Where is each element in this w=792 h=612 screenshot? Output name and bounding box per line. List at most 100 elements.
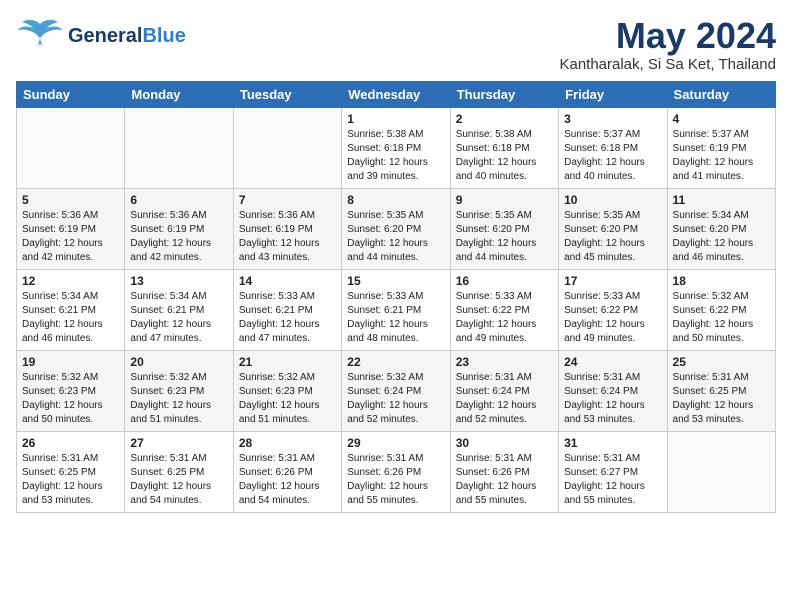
day-number: 9: [456, 193, 553, 207]
page-header: GeneralBlue May 2024 Kantharalak, Si Sa …: [16, 16, 776, 73]
day-number: 29: [347, 436, 444, 450]
day-info: Sunrise: 5:38 AMSunset: 6:18 PMDaylight:…: [456, 128, 553, 184]
col-sunday: Sunday: [17, 81, 125, 107]
day-info: Sunrise: 5:37 AMSunset: 6:18 PMDaylight:…: [564, 128, 661, 184]
calendar-header-row: Sunday Monday Tuesday Wednesday Thursday…: [17, 81, 776, 107]
table-row: 23Sunrise: 5:31 AMSunset: 6:24 PMDayligh…: [450, 350, 558, 431]
day-number: 22: [347, 355, 444, 369]
table-row: 27Sunrise: 5:31 AMSunset: 6:25 PMDayligh…: [125, 431, 233, 512]
table-row: 1 Sunrise: 5:38 AMSunset: 6:18 PMDaylight…: [342, 107, 450, 188]
day-number: 21: [239, 355, 336, 369]
day-number: 13: [130, 274, 227, 288]
day-info: Sunrise: 5:31 AMSunset: 6:24 PMDaylight:…: [564, 371, 661, 427]
day-info: Sunrise: 5:37 AMSunset: 6:19 PMDaylight:…: [673, 128, 770, 184]
table-row: 26 Sunrise: 5:31 AMSunset: 6:25 PMDayligh…: [17, 431, 125, 512]
table-row: 29 Sunrise: 5:31 AMSunset: 6:26 PMDayligh…: [342, 431, 450, 512]
day-number: 25: [673, 355, 770, 369]
day-number: 12: [22, 274, 119, 288]
day-info: Sunrise: 5:35 AMSunset: 6:20 PMDaylight:…: [347, 209, 444, 265]
table-row: 11 Sunrise: 5:34 AMSunset: 6:20 PMDayligh…: [667, 188, 775, 269]
table-row: 17 Sunrise: 5:33 AMSunset: 6:22 PMDayligh…: [559, 269, 667, 350]
table-row: [17, 107, 125, 188]
table-row: 3 Sunrise: 5:37 AMSunset: 6:18 PMDaylight…: [559, 107, 667, 188]
table-row: 25 Sunrise: 5:31 AMSunset: 6:25 PMDayligh…: [667, 350, 775, 431]
day-info: Sunrise: 5:31 AMSunset: 6:25 PMDaylight:…: [22, 452, 119, 508]
day-info: Sunrise: 5:31 AMSunset: 6:26 PMDaylight:…: [239, 452, 336, 508]
col-wednesday: Wednesday: [342, 81, 450, 107]
day-info: Sunrise: 5:31 AMSunset: 6:26 PMDaylight:…: [347, 452, 444, 508]
logo-blue: Blue: [142, 25, 185, 47]
calendar-week-row: 5 Sunrise: 5:36 AMSunset: 6:19 PMDaylight…: [17, 188, 776, 269]
day-info: Sunrise: 5:31 AMSunset: 6:26 PMDaylight:…: [456, 452, 553, 508]
day-number: 1: [347, 112, 444, 126]
day-info: Sunrise: 5:35 AMSunset: 6:20 PMDaylight:…: [564, 209, 661, 265]
calendar-week-row: 12 Sunrise: 5:34 AMSunset: 6:21 PMDayligh…: [17, 269, 776, 350]
logo-text: GeneralBlue: [68, 25, 186, 48]
calendar-week-row: 19Sunrise: 5:32 AMSunset: 6:23 PMDayligh…: [17, 350, 776, 431]
day-info: Sunrise: 5:36 AMSunset: 6:19 PMDaylight:…: [130, 209, 227, 265]
day-number: 4: [673, 112, 770, 126]
table-row: 13 Sunrise: 5:34 AMSunset: 6:21 PMDayligh…: [125, 269, 233, 350]
day-number: 26: [22, 436, 119, 450]
day-info: Sunrise: 5:31 AMSunset: 6:27 PMDaylight:…: [564, 452, 661, 508]
day-info: Sunrise: 5:32 AMSunset: 6:23 PMDaylight:…: [130, 371, 227, 427]
table-row: 15Sunrise: 5:33 AMSunset: 6:21 PMDayligh…: [342, 269, 450, 350]
table-row: 9Sunrise: 5:35 AMSunset: 6:20 PMDaylight…: [450, 188, 558, 269]
day-info: Sunrise: 5:34 AMSunset: 6:20 PMDaylight:…: [673, 209, 770, 265]
day-info: Sunrise: 5:34 AMSunset: 6:21 PMDaylight:…: [22, 290, 119, 346]
day-number: 30: [456, 436, 553, 450]
table-row: 21 Sunrise: 5:32 AMSunset: 6:23 PMDayligh…: [233, 350, 341, 431]
day-info: Sunrise: 5:34 AMSunset: 6:21 PMDaylight:…: [130, 290, 227, 346]
day-info: Sunrise: 5:31 AMSunset: 6:25 PMDaylight:…: [673, 371, 770, 427]
calendar-week-row: 1 Sunrise: 5:38 AMSunset: 6:18 PMDaylight…: [17, 107, 776, 188]
day-info: Sunrise: 5:36 AMSunset: 6:19 PMDaylight:…: [22, 209, 119, 265]
table-row: [125, 107, 233, 188]
table-row: 5 Sunrise: 5:36 AMSunset: 6:19 PMDaylight…: [17, 188, 125, 269]
table-row: 6 Sunrise: 5:36 AMSunset: 6:19 PMDaylight…: [125, 188, 233, 269]
table-row: [667, 431, 775, 512]
day-number: 17: [564, 274, 661, 288]
day-info: Sunrise: 5:32 AMSunset: 6:23 PMDaylight:…: [22, 371, 119, 427]
day-info: Sunrise: 5:36 AMSunset: 6:19 PMDaylight:…: [239, 209, 336, 265]
day-number: 5: [22, 193, 119, 207]
table-row: 12 Sunrise: 5:34 AMSunset: 6:21 PMDayligh…: [17, 269, 125, 350]
day-number: 8: [347, 193, 444, 207]
col-thursday: Thursday: [450, 81, 558, 107]
location: Kantharalak, Si Sa Ket, Thailand: [559, 56, 776, 73]
day-info: Sunrise: 5:32 AMSunset: 6:23 PMDaylight:…: [239, 371, 336, 427]
day-number: 3: [564, 112, 661, 126]
day-number: 24: [564, 355, 661, 369]
day-info: Sunrise: 5:32 AMSunset: 6:24 PMDaylight:…: [347, 371, 444, 427]
col-friday: Friday: [559, 81, 667, 107]
logo-general: General: [68, 25, 142, 47]
title-section: May 2024 Kantharalak, Si Sa Ket, Thailan…: [559, 16, 776, 73]
table-row: 7Sunrise: 5:36 AMSunset: 6:19 PMDaylight…: [233, 188, 341, 269]
table-row: 8 Sunrise: 5:35 AMSunset: 6:20 PMDaylight…: [342, 188, 450, 269]
calendar-table: Sunday Monday Tuesday Wednesday Thursday…: [16, 81, 776, 513]
month-title: May 2024: [559, 16, 776, 56]
day-info: Sunrise: 5:33 AMSunset: 6:21 PMDaylight:…: [347, 290, 444, 346]
day-number: 16: [456, 274, 553, 288]
table-row: 2 Sunrise: 5:38 AMSunset: 6:18 PMDaylight…: [450, 107, 558, 188]
day-number: 2: [456, 112, 553, 126]
col-tuesday: Tuesday: [233, 81, 341, 107]
table-row: 22 Sunrise: 5:32 AMSunset: 6:24 PMDayligh…: [342, 350, 450, 431]
day-number: 11: [673, 193, 770, 207]
day-info: Sunrise: 5:33 AMSunset: 6:22 PMDaylight:…: [456, 290, 553, 346]
logo-icon: [16, 16, 64, 56]
col-monday: Monday: [125, 81, 233, 107]
day-info: Sunrise: 5:38 AMSunset: 6:18 PMDaylight:…: [347, 128, 444, 184]
table-row: 10 Sunrise: 5:35 AMSunset: 6:20 PMDayligh…: [559, 188, 667, 269]
day-info: Sunrise: 5:32 AMSunset: 6:22 PMDaylight:…: [673, 290, 770, 346]
table-row: 14Sunrise: 5:33 AMSunset: 6:21 PMDayligh…: [233, 269, 341, 350]
day-number: 10: [564, 193, 661, 207]
day-info: Sunrise: 5:31 AMSunset: 6:24 PMDaylight:…: [456, 371, 553, 427]
day-number: 31: [564, 436, 661, 450]
day-number: 18: [673, 274, 770, 288]
day-number: 6: [130, 193, 227, 207]
table-row: 31 Sunrise: 5:31 AMSunset: 6:27 PMDayligh…: [559, 431, 667, 512]
day-info: Sunrise: 5:33 AMSunset: 6:22 PMDaylight:…: [564, 290, 661, 346]
table-row: [233, 107, 341, 188]
day-number: 27: [130, 436, 227, 450]
table-row: 4 Sunrise: 5:37 AMSunset: 6:19 PMDaylight…: [667, 107, 775, 188]
